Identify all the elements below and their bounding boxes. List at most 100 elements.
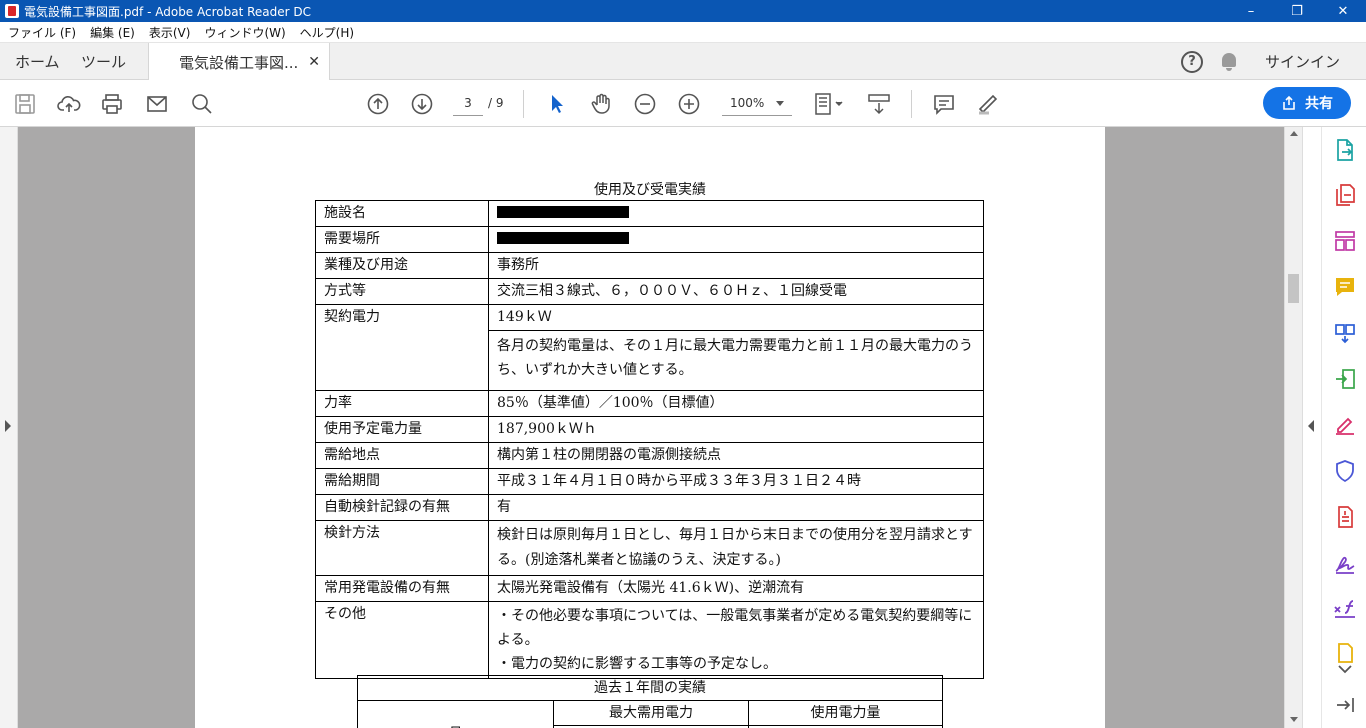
minimize-button[interactable]: – <box>1228 0 1274 22</box>
left-panel-toggle[interactable] <box>0 127 18 728</box>
table-row: 需給地点 構内第１柱の開閉器の電源側接続点 <box>315 442 984 469</box>
print-icon[interactable] <box>99 91 125 117</box>
table-row: 業種及び用途 事務所 <box>315 252 984 279</box>
zoom-level-value: 100% <box>730 96 765 110</box>
row-label: 検針方法 <box>315 520 489 576</box>
find-text-icon[interactable] <box>189 91 215 117</box>
request-signature-icon[interactable] <box>1333 551 1357 575</box>
menu-window[interactable]: ウィンドウ(W) <box>204 24 285 41</box>
usage-info-table: 施設名 需要場所 業種及び用途 事務所 方式等 交流三相３線式、６，０００Ｖ、６… <box>315 200 984 679</box>
chevron-down-icon <box>776 101 784 106</box>
table-row: 過去１年間の実績 <box>357 675 943 701</box>
next-page-icon[interactable] <box>409 91 435 117</box>
past-table-title: 過去１年間の実績 <box>357 675 943 701</box>
toolbar-divider <box>911 90 912 118</box>
row-label: 使用予定電力量 <box>315 416 489 443</box>
organize-pages-icon[interactable] <box>1333 229 1357 253</box>
table-row: 月 最大需用電力 使用電力量 <box>357 700 943 728</box>
save-icon[interactable] <box>12 91 38 117</box>
page-number-input[interactable]: 3 <box>453 90 483 116</box>
share-button-label: 共有 <box>1305 96 1333 112</box>
upload-cloud-icon[interactable] <box>56 91 82 117</box>
row-value: 事務所 <box>488 252 984 279</box>
edit-pdf-icon[interactable] <box>1333 367 1357 391</box>
scroll-mode-icon[interactable] <box>866 91 892 117</box>
menu-file[interactable]: ファイル (F) <box>8 24 76 41</box>
more-tools-chevron-icon[interactable] <box>1333 657 1357 681</box>
table-row: 契約電力 149ｋＷ <box>315 304 984 391</box>
row-value: 187,900ｋＷｈ <box>488 416 984 443</box>
account-area: ? サインイン <box>1180 43 1366 80</box>
table-row: 需給期間 平成３１年４月１日０時から平成３３年３月３１日２４時 <box>315 468 984 495</box>
comment-tool-icon[interactable] <box>1333 275 1357 299</box>
zoom-in-icon[interactable] <box>676 91 702 117</box>
close-window-button[interactable]: ✕ <box>1320 0 1366 22</box>
table-row: 方式等 交流三相３線式、６，０００Ｖ、６０Ｈｚ、１回線受電 <box>315 278 984 305</box>
column-header-max-demand: 最大需用電力 <box>553 700 749 726</box>
collapse-right-panel-icon[interactable] <box>1308 420 1314 432</box>
export-pdf-icon[interactable] <box>1333 138 1357 162</box>
past-year-table: 過去１年間の実績 月 最大需用電力 使用電力量 <box>357 675 943 728</box>
hand-tool-icon[interactable] <box>588 91 614 117</box>
row-label: 施設名 <box>315 200 489 227</box>
redaction-bar <box>497 205 629 218</box>
zoom-level-select[interactable]: 100% <box>722 90 792 116</box>
row-value: 85％（基準値）／100％（目標値） <box>488 390 984 417</box>
row-label: 契約電力 <box>315 304 489 391</box>
combine-files-icon[interactable] <box>1333 321 1357 345</box>
row-label: 方式等 <box>315 278 489 305</box>
tab-document-label: 電気設備工事図... <box>179 53 299 72</box>
close-tab-icon[interactable]: ✕ <box>308 54 320 70</box>
table-heading: 使用及び受電実績 <box>594 182 706 198</box>
email-icon[interactable] <box>144 91 170 117</box>
page-fit-icon[interactable] <box>811 91 847 117</box>
export-pdf-red-icon[interactable] <box>1333 505 1357 529</box>
zoom-out-icon[interactable] <box>632 91 658 117</box>
tab-home[interactable]: ホーム <box>15 43 60 80</box>
create-pdf-icon[interactable] <box>1333 183 1357 207</box>
row-label: 需給地点 <box>315 442 489 469</box>
acrobat-window: 電気設備工事図面.pdf - Adobe Acrobat Reader DC –… <box>0 0 1366 728</box>
notification-bell-icon[interactable] <box>1221 52 1237 71</box>
share-icon <box>1283 95 1295 110</box>
protect-shield-icon[interactable] <box>1333 459 1357 483</box>
highlight-pen-icon[interactable] <box>975 91 1001 117</box>
row-label: 需要場所 <box>315 226 489 253</box>
share-button[interactable]: 共有 <box>1263 87 1351 119</box>
scroll-down-icon[interactable] <box>1290 717 1298 722</box>
row-value: 検針日は原則毎月１日とし、毎月１日から末日までの使用分を翌月請求とする。(別途落… <box>488 520 984 576</box>
select-cursor-icon[interactable] <box>544 91 570 117</box>
row-note: 各月の契約電量は、その１月に最大電力需要電力と前１１月の最大電力のうち、いずれか… <box>488 330 984 391</box>
row-value: 149ｋＷ <box>488 304 984 331</box>
row-label: その他 <box>315 601 489 679</box>
scrollbar-thumb[interactable] <box>1288 274 1299 303</box>
table-row: 常用発電設備の有無 太陽光発電設備有（太陽光 41.6ｋＷ)、逆潮流有 <box>315 575 984 602</box>
menu-edit[interactable]: 編集 (E) <box>90 24 135 41</box>
toolbar-divider <box>523 90 524 118</box>
window-title: 電気設備工事図面.pdf - Adobe Acrobat Reader DC <box>24 4 312 19</box>
tab-tools[interactable]: ツール <box>81 43 126 80</box>
restore-button[interactable]: ❐ <box>1274 0 1320 22</box>
row-value: 平成３１年４月１日０時から平成３３年３月３１日２４時 <box>488 468 984 495</box>
scroll-up-icon[interactable] <box>1290 131 1298 136</box>
math-formula-icon[interactable] <box>1333 597 1357 621</box>
window-controls: – ❐ ✕ <box>1228 0 1366 22</box>
menu-help[interactable]: ヘルプ(H) <box>300 24 354 41</box>
document-viewport[interactable]: 使用及び受電実績 施設名 需要場所 業種及び用途 事務所 方式等 交流三相３線式… <box>0 127 1302 728</box>
menu-view[interactable]: 表示(V) <box>149 24 191 41</box>
redaction-bar <box>497 231 629 244</box>
table-row: その他 ・その他必要な事項については、一般電気事業者が定める電気契約要綱等による… <box>315 601 984 679</box>
right-tools-panel <box>1302 127 1366 728</box>
row-label: 力率 <box>315 390 489 417</box>
previous-page-icon[interactable] <box>365 91 391 117</box>
sign-in-link[interactable]: サインイン <box>1265 51 1340 72</box>
collapse-tools-icon[interactable] <box>1333 693 1357 717</box>
expand-left-panel-icon[interactable] <box>5 420 11 432</box>
vertical-scrollbar[interactable] <box>1284 127 1302 728</box>
fill-and-sign-icon[interactable] <box>1333 413 1357 437</box>
comment-icon[interactable] <box>931 91 957 117</box>
row-value: 構内第１柱の開閉器の電源側接続点 <box>488 442 984 469</box>
tab-document[interactable]: 電気設備工事図... ✕ <box>148 43 330 81</box>
row-value: ・その他必要な事項については、一般電気事業者が定める電気契約要綱等による。 ・電… <box>488 601 984 679</box>
help-icon[interactable]: ? <box>1180 50 1203 73</box>
